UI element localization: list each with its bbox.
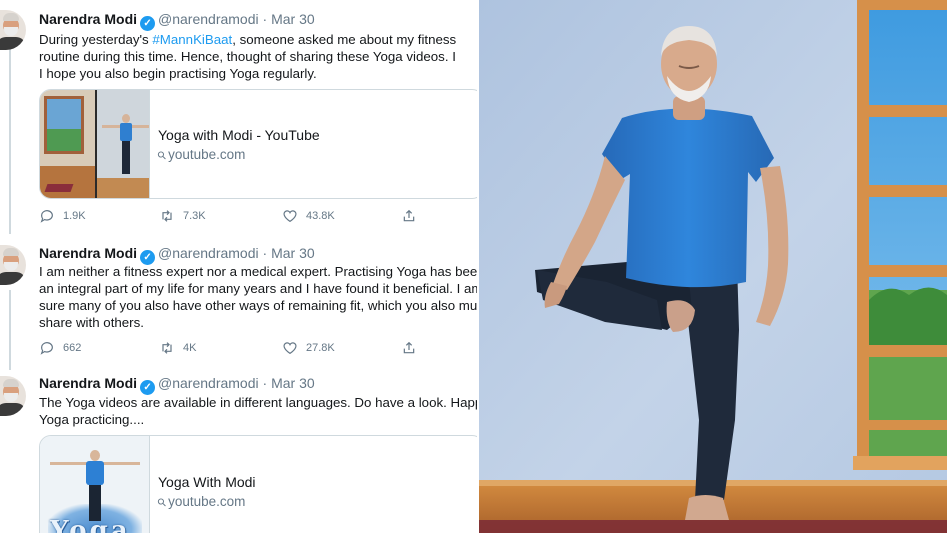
share-icon <box>403 341 415 354</box>
tweet-header: Narendra Modi ✓ @narendramodi · Mar 30 <box>39 11 315 31</box>
video-thumbnail <box>40 90 150 198</box>
tweet-header: Narendra Modi ✓ @narendramodi · Mar 30 <box>39 245 315 265</box>
like-button[interactable]: 43.8K <box>282 208 335 224</box>
verified-badge-icon: ✓ <box>140 380 156 395</box>
retweet-count: 4K <box>183 342 197 354</box>
author-name[interactable]: Narendra Modi <box>39 11 137 27</box>
avatar[interactable] <box>0 376 26 416</box>
like-count: 27.8K <box>306 342 335 354</box>
tweet-feed: Narendra Modi ✓ @narendramodi · Mar 30 Dur… <box>0 0 477 533</box>
retweet-button[interactable]: 4K <box>159 340 196 356</box>
reply-count: 1.9K <box>63 210 86 222</box>
like-count: 43.8K <box>306 210 335 222</box>
tweet-text: I am neither a fitness expert nor a medi… <box>39 264 477 330</box>
tweet-text: During yesterday's #MannKiBaat, someone … <box>39 32 457 81</box>
retweet-icon <box>162 210 172 222</box>
author-name[interactable]: Narendra Modi <box>39 375 137 391</box>
link-preview-card[interactable]: Yoga with Modi - YouTube ⚲youtube.com <box>39 89 477 199</box>
author-handle[interactable]: @narendramodi <box>158 11 259 27</box>
share-icon <box>403 209 415 222</box>
avatar[interactable] <box>0 10 26 50</box>
author-handle[interactable]: @narendramodi <box>158 375 259 391</box>
avatar[interactable] <box>0 245 26 285</box>
thumbnail-logo-text: Yoga <box>50 516 131 533</box>
reply-icon <box>40 342 53 355</box>
retweet-button[interactable]: 7.3K <box>159 208 206 224</box>
card-title: Yoga with Modi - YouTube <box>158 127 320 143</box>
hashtag-link[interactable]: #MannKiBaat <box>152 32 232 47</box>
heart-icon <box>283 210 297 223</box>
verified-badge-icon: ✓ <box>140 16 156 31</box>
heart-icon <box>283 342 297 355</box>
tweet-actions: 662 4K 27.8K <box>39 340 459 358</box>
card-title: Yoga With Modi <box>158 474 256 490</box>
reply-button[interactable]: 662 <box>39 340 81 356</box>
author-handle[interactable]: @narendramodi <box>158 245 259 261</box>
retweet-count: 7.3K <box>183 210 206 222</box>
card-domain: ⚲youtube.com <box>155 147 246 163</box>
card-domain: ⚲youtube.com <box>155 494 246 510</box>
link-preview-card[interactable]: Yoga Yoga With Modi ⚲youtube.com <box>39 435 477 533</box>
retweet-icon <box>162 342 172 354</box>
thread-line <box>9 44 11 234</box>
share-button[interactable] <box>401 208 425 224</box>
tweet-date[interactable]: Mar 30 <box>271 11 315 27</box>
thread-line <box>9 290 11 370</box>
yoga-scene-illustration <box>477 0 947 533</box>
tweet-date[interactable]: Mar 30 <box>271 245 315 261</box>
reply-count: 662 <box>63 342 82 354</box>
author-name[interactable]: Narendra Modi <box>39 245 137 261</box>
tweet-header: Narendra Modi ✓ @narendramodi · Mar 30 <box>39 375 315 395</box>
tweet-text: The Yoga videos are available in differe… <box>39 395 477 427</box>
like-button[interactable]: 27.8K <box>282 340 335 356</box>
tweet-date[interactable]: Mar 30 <box>271 375 315 391</box>
share-button[interactable] <box>401 340 425 356</box>
tweet-actions: 1.9K 7.3K 43.8K <box>39 208 459 226</box>
window <box>853 0 947 470</box>
yoga-video-frame <box>477 0 947 533</box>
reply-button[interactable]: 1.9K <box>39 208 86 224</box>
video-thumbnail: Yoga <box>40 436 150 533</box>
reply-icon <box>40 210 53 223</box>
